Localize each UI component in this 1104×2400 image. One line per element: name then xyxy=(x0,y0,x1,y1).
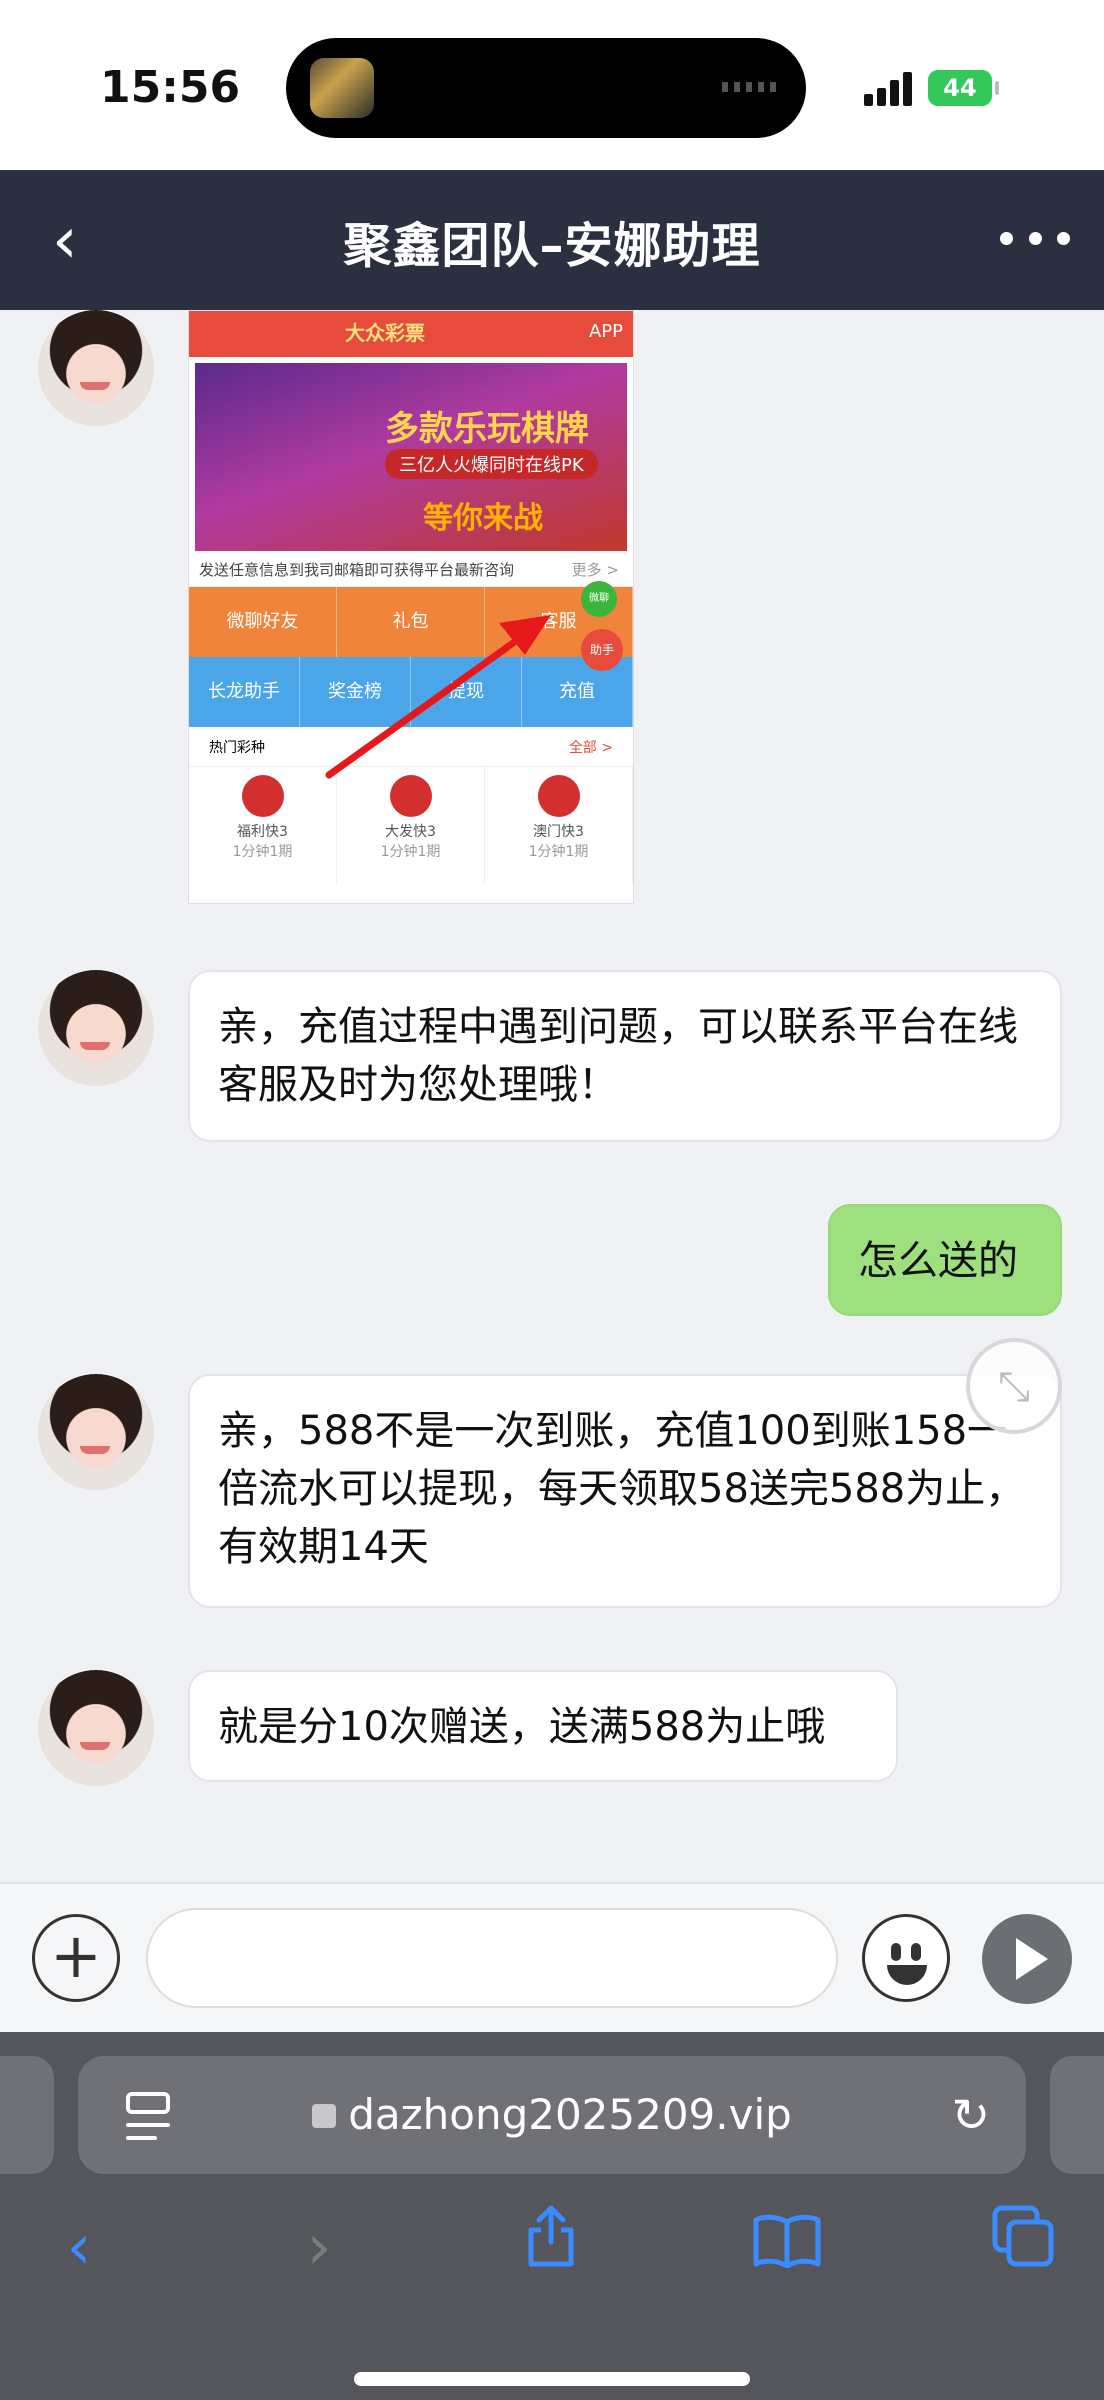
reload-icon[interactable]: ↻ xyxy=(951,2092,990,2138)
chat-messages[interactable]: 大众彩票 APP 多款乐玩棋牌 三亿人火爆同时在线PK 等你来战 发送任意信息到… xyxy=(0,310,1104,1882)
browser-toolbar: dazhong2025209.vip ↻ ‹ › xyxy=(0,2032,1104,2400)
agent-avatar[interactable] xyxy=(38,1374,154,1490)
send-icon xyxy=(1016,1938,1048,1980)
browser-nav-icons: ‹ › xyxy=(0,2202,1104,2312)
url-text: dazhong2025209.vip xyxy=(348,2090,792,2139)
smiley-icon[interactable] xyxy=(862,1914,950,2002)
red-arrow-icon xyxy=(325,615,551,779)
battery-icon: 44 xyxy=(928,70,999,106)
ellipsis-icon[interactable] xyxy=(1000,218,1070,258)
send-button[interactable] xyxy=(982,1914,1072,2004)
message-composer: + xyxy=(0,1882,1104,2032)
status-bar: 15:56 44 xyxy=(0,0,1104,170)
url-display[interactable]: dazhong2025209.vip xyxy=(78,2090,1026,2139)
lock-icon xyxy=(312,2103,337,2128)
back-icon[interactable]: ‹ xyxy=(34,2202,124,2292)
address-bar[interactable]: dazhong2025209.vip ↻ xyxy=(78,2056,1026,2174)
agent-avatar[interactable] xyxy=(38,970,154,1086)
agent-avatar[interactable] xyxy=(38,1670,154,1786)
agent-avatar[interactable] xyxy=(38,310,154,426)
shared-image-message[interactable]: 大众彩票 APP 多款乐玩棋牌 三亿人火爆同时在线PK 等你来战 发送任意信息到… xyxy=(188,310,634,904)
plus-circle-icon[interactable]: + xyxy=(32,1914,120,2002)
dynamic-island xyxy=(286,38,806,138)
island-media-thumbnail xyxy=(310,58,374,118)
message-input[interactable] xyxy=(146,1908,838,2008)
message-bubble[interactable]: 就是分10次赠送，送满588为止哦 xyxy=(188,1670,898,1782)
island-waveform-icon xyxy=(722,82,782,92)
my-message-bubble[interactable]: 怎么送的 xyxy=(828,1204,1062,1316)
tabs-icon[interactable] xyxy=(978,2202,1068,2292)
share-icon[interactable] xyxy=(506,2202,596,2292)
previous-tab-preview[interactable] xyxy=(0,2056,54,2174)
chat-header: ‹ 聚鑫团队–安娜助理 xyxy=(0,170,1104,310)
status-time: 15:56 xyxy=(100,62,241,113)
collapse-icon[interactable]: ⤡ xyxy=(966,1338,1062,1434)
signal-icon xyxy=(864,68,924,106)
home-indicator xyxy=(354,2372,750,2386)
forward-icon[interactable]: › xyxy=(274,2202,364,2292)
message-bubble[interactable]: 亲，588不是一次到账，充值100到账158一倍流水可以提现，每天领取58送完5… xyxy=(188,1374,1062,1608)
next-tab-preview[interactable] xyxy=(1050,2056,1104,2174)
page-title: 聚鑫团队–安娜助理 xyxy=(343,218,761,274)
book-icon[interactable] xyxy=(742,2202,832,2292)
message-bubble[interactable]: 亲，充值过程中遇到问题，可以联系平台在线客服及时为您处理哦！ xyxy=(188,970,1062,1142)
